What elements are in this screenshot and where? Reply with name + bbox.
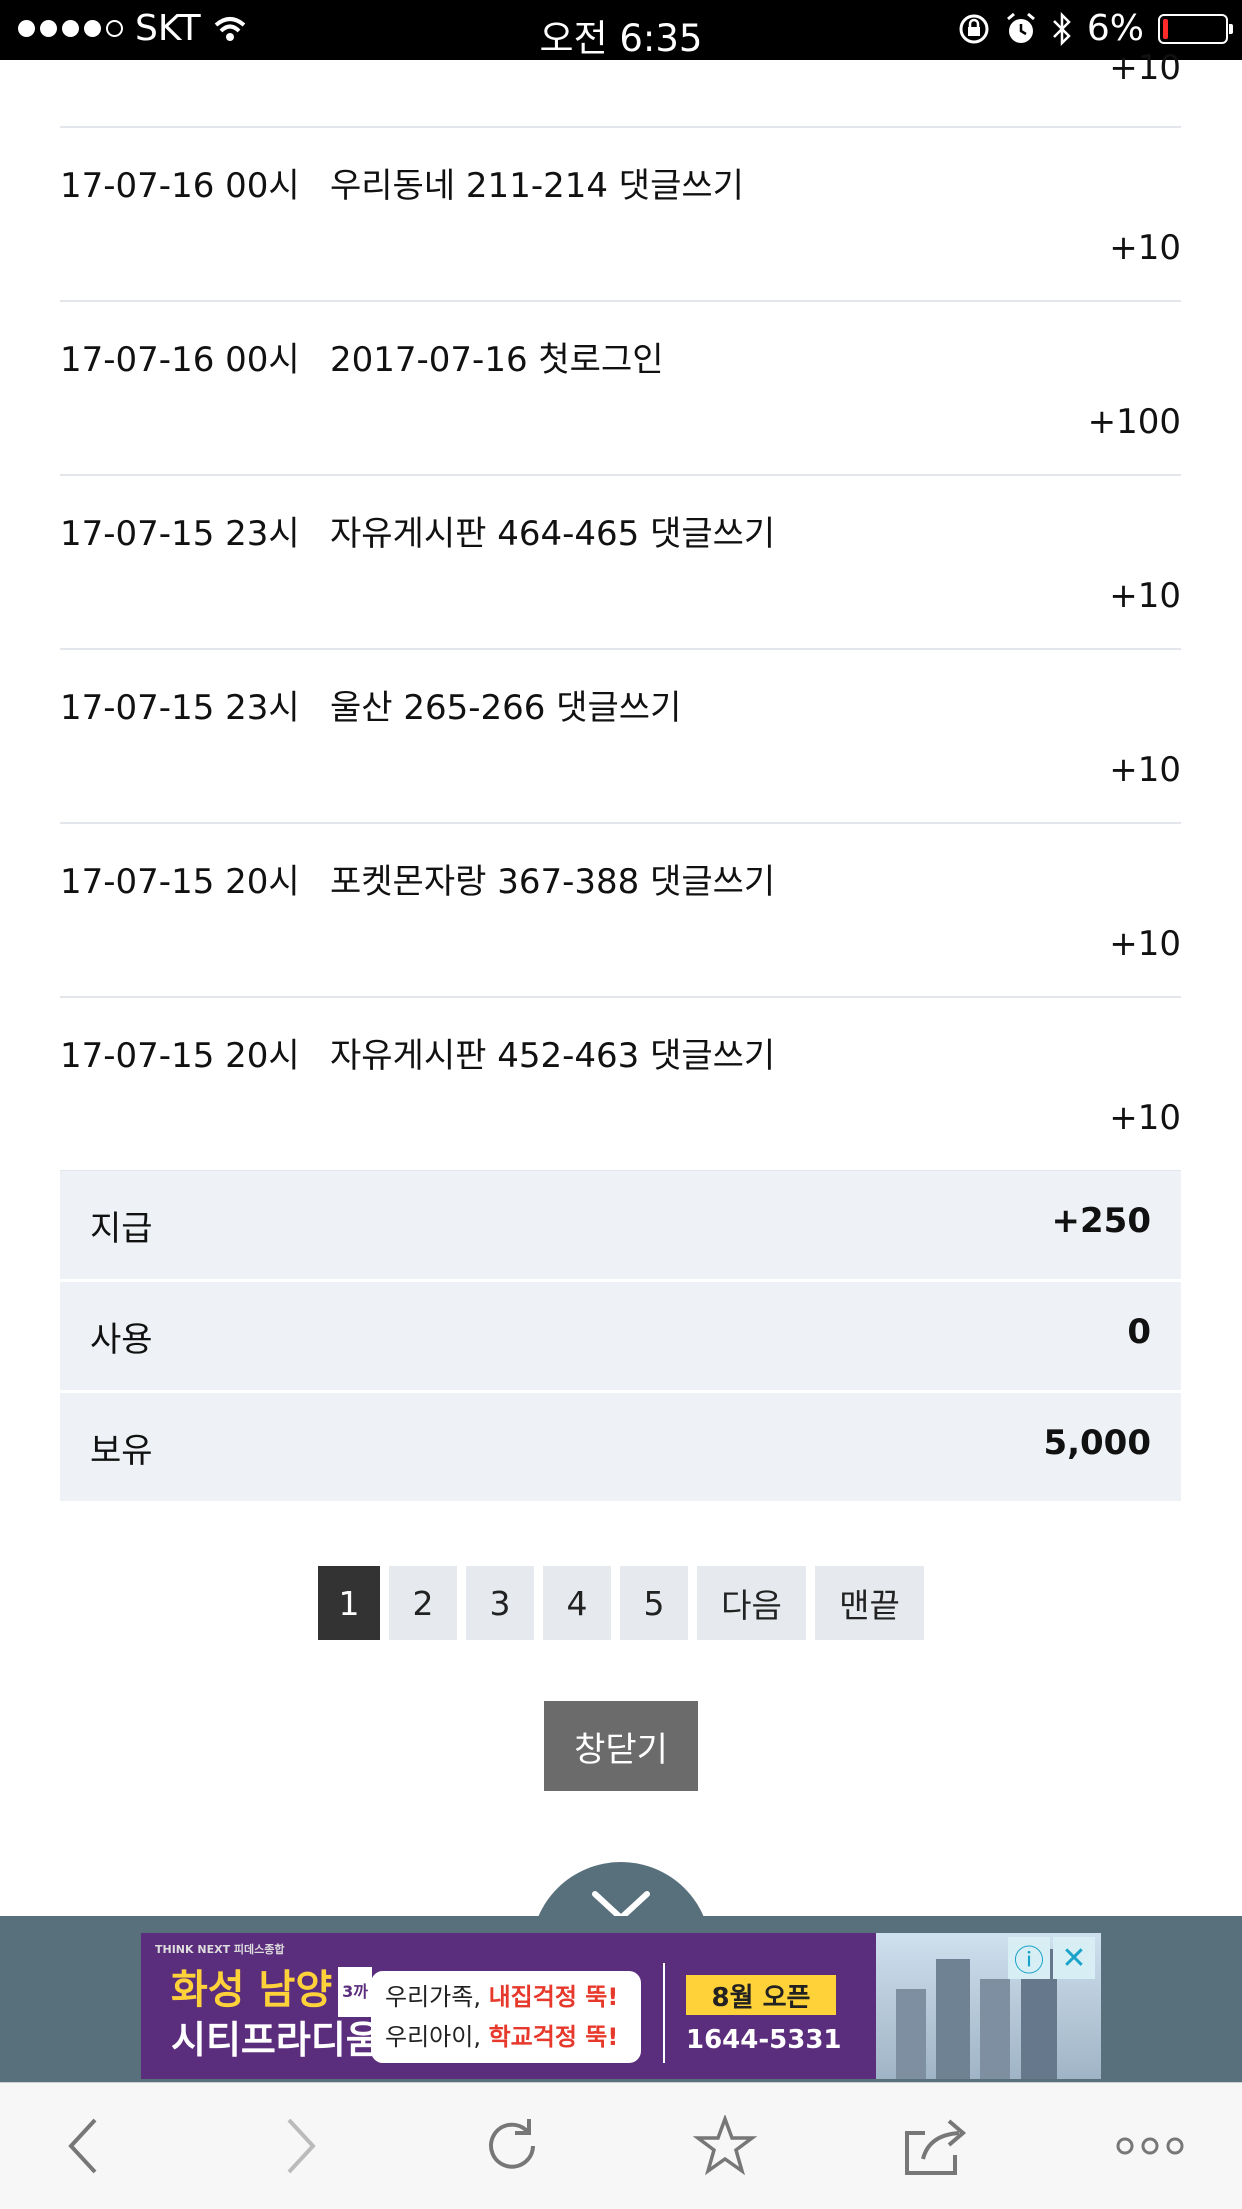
rotation-lock-icon (959, 14, 989, 43)
summary-held-row: 보유 5,000 (60, 1393, 1181, 1501)
ad-message-highlight: 내집걱정 뚝! (488, 1983, 619, 2011)
ad-message-text: 우리가족, (385, 1983, 489, 2011)
close-icon[interactable]: ✕ (1053, 1937, 1095, 1979)
forward-icon[interactable] (266, 2111, 336, 2181)
close-window-button[interactable]: 창닫기 (544, 1701, 698, 1791)
list-item: 17-07-15 20시 자유게시판 452-463 댓글쓰기 +10 (60, 998, 1181, 1172)
page-button-5[interactable]: 5 (620, 1566, 688, 1640)
ad-message-highlight: 학교걱정 뚝! (488, 2023, 619, 2051)
ad-message-text: 우리아이, (385, 2023, 489, 2051)
page-button-1[interactable]: 1 (318, 1566, 380, 1640)
bookmark-icon[interactable] (690, 2111, 760, 2181)
bluetooth-icon (1052, 11, 1071, 46)
status-right: 6% (957, 8, 1233, 49)
item-description: 울산 265-266 댓글쓰기 (330, 688, 682, 728)
status-bar: SKT 오전 6:35 6% (0, 0, 1242, 60)
ad-open-date: 8월 오픈 (686, 1975, 836, 2015)
share-icon[interactable] (900, 2111, 970, 2181)
summary-value: 5,000 (1043, 1423, 1151, 1463)
battery-icon (1158, 13, 1233, 44)
points-amount: +10 (1109, 750, 1181, 790)
item-date: 17-07-15 20시 (60, 862, 300, 902)
ad-message: 우리가족, 내집걱정 뚝! 우리아이, 학교걱정 뚝! (371, 1971, 641, 2063)
next-page-button[interactable]: 다음 (697, 1566, 806, 1640)
item-description: 자유게시판 464-465 댓글쓰기 (330, 514, 776, 554)
ad-brand-text: THINK NEXT 피데스종합 (155, 1943, 285, 1956)
item-description: 2017-07-16 첫로그인 (330, 340, 664, 380)
points-amount: +10 (1109, 228, 1181, 268)
page-button-2[interactable]: 2 (389, 1566, 457, 1640)
browser-toolbar (0, 2082, 1242, 2209)
summary-given-row: 지급 +250 (60, 1171, 1181, 1279)
ad-divider (663, 1963, 665, 2063)
pagination: 1 2 3 4 5 다음 맨끝 (0, 1566, 1242, 1640)
ad-phone: 1644-5331 (686, 2025, 842, 2055)
item-description: 우리동네 211-214 댓글쓰기 (330, 166, 744, 206)
ad-title-line2: 시티프라디움 (171, 2018, 381, 2062)
battery-percent: 6% (1086, 8, 1144, 49)
item-date: 17-07-15 23시 (60, 688, 300, 728)
summary-label: 보유 (90, 1431, 153, 1471)
points-amount: +100 (1087, 402, 1181, 442)
summary-value: 0 (1127, 1312, 1151, 1352)
list-item: 17-07-16 00시 2017-07-16 첫로그인 +100 (60, 302, 1181, 476)
summary-label: 지급 (90, 1209, 153, 1249)
item-date: 17-07-15 23시 (60, 514, 300, 554)
more-icon[interactable] (1110, 2111, 1190, 2181)
ad-banner[interactable]: THINK NEXT 피데스종합 화성 남양 3까 시티프라디움 우리가족, 내집… (141, 1933, 1101, 2079)
last-page-button[interactable]: 맨끝 (815, 1566, 924, 1640)
reload-icon[interactable] (477, 2111, 547, 2181)
info-icon[interactable]: ⓘ (1008, 1937, 1050, 1979)
item-description: 포켓몬자랑 367-388 댓글쓰기 (330, 862, 776, 902)
points-amount: +10 (1109, 924, 1181, 964)
ad-title-line1: 화성 남양 (171, 1967, 333, 2013)
points-amount: +10 (1109, 576, 1181, 616)
item-description: 자유게시판 452-463 댓글쓰기 (330, 1036, 776, 1076)
page-button-3[interactable]: 3 (466, 1566, 534, 1640)
list-item: 17-07-15 23시 자유게시판 464-465 댓글쓰기 +10 (60, 476, 1181, 650)
points-amount: +10 (1109, 1098, 1181, 1138)
list-item: 17-07-15 20시 포켓몬자랑 367-388 댓글쓰기 +10 (60, 824, 1181, 998)
alarm-icon (1006, 12, 1035, 43)
points-amount: +10 (1109, 48, 1181, 88)
points-history-list: +10 17-07-16 00시 우리동네 211-214 댓글쓰기 +10 1… (60, 48, 1181, 1172)
item-date: 17-07-16 00시 (60, 166, 300, 206)
list-item: 17-07-16 00시 우리동네 211-214 댓글쓰기 +10 (60, 128, 1181, 302)
back-icon[interactable] (48, 2111, 118, 2181)
item-date: 17-07-15 20시 (60, 1036, 300, 1076)
list-item: 17-07-15 23시 울산 265-266 댓글쓰기 +10 (60, 650, 1181, 824)
ad-badge: 3까 (338, 1967, 372, 2017)
points-summary: 지급 +250 사용 0 보유 5,000 (60, 1171, 1181, 1504)
list-item: +10 (60, 48, 1181, 128)
summary-value: +250 (1051, 1201, 1151, 1241)
summary-label: 사용 (90, 1320, 153, 1360)
item-date: 17-07-16 00시 (60, 340, 300, 380)
page-button-4[interactable]: 4 (543, 1566, 611, 1640)
ad-title: 화성 남양 3까 시티프라디움 (171, 1967, 381, 2063)
summary-used-row: 사용 0 (60, 1282, 1181, 1390)
